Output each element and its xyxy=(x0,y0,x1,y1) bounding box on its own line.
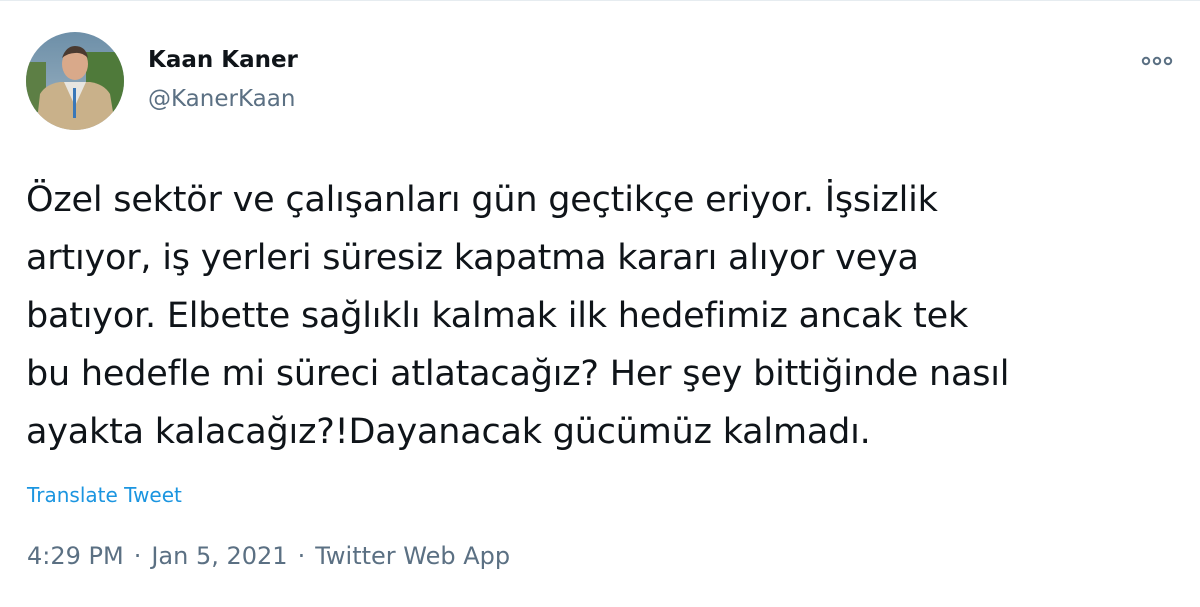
more-horizontal-icon[interactable] xyxy=(1140,51,1174,71)
tweet-source[interactable]: Twitter Web App xyxy=(315,542,510,570)
user-handle[interactable]: @KanerKaan xyxy=(148,86,295,112)
tweet-text: Özel sektör ve çalışanları gün geçtikçe … xyxy=(26,180,1010,452)
meta-separator: · xyxy=(133,542,142,570)
tweet-card: Kaan Kaner @KanerKaan Özel sektör ve çal… xyxy=(0,0,1200,607)
meta-separator: · xyxy=(297,542,306,570)
avatar-photo xyxy=(26,32,124,130)
user-display-name[interactable]: Kaan Kaner xyxy=(148,47,298,73)
tweet-metadata: 4:29 PM · Jan 5, 2021 · Twitter Web App xyxy=(27,542,510,570)
translate-tweet-link[interactable]: Translate Tweet xyxy=(27,483,182,507)
tweet-date[interactable]: Jan 5, 2021 xyxy=(151,542,287,570)
avatar[interactable] xyxy=(26,32,124,130)
tweet-time[interactable]: 4:29 PM xyxy=(27,542,124,570)
